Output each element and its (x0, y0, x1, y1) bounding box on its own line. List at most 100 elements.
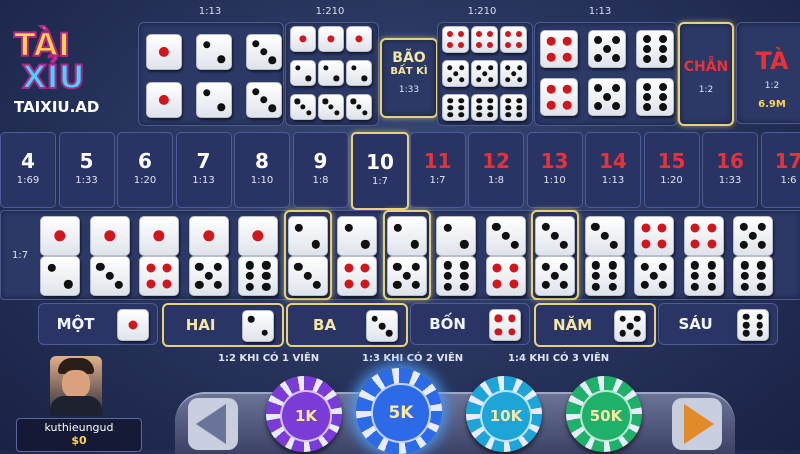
pip (268, 104, 275, 111)
sum-bet-9[interactable]: 91:8 (293, 132, 349, 208)
chip-50k[interactable]: 50K (566, 376, 642, 452)
single-die (196, 34, 232, 70)
single-bet-label: BA (288, 316, 361, 334)
sum-bet-4[interactable]: 41:69 (0, 132, 56, 208)
pip (560, 281, 568, 289)
combo-die (387, 216, 427, 256)
pip (443, 282, 451, 290)
next-arrow-button[interactable] (672, 398, 722, 450)
single-bet-5[interactable]: NĂM (534, 303, 656, 347)
combo-die (387, 256, 427, 296)
pip (641, 263, 649, 271)
pip (159, 47, 169, 57)
pip (650, 272, 658, 280)
sum-odds: 1:7 (411, 175, 465, 186)
sum-bet-11[interactable]: 111:7 (410, 132, 466, 208)
chip-tray (175, 392, 735, 454)
chip-5k[interactable]: 5K (356, 368, 442, 454)
pip (563, 101, 572, 110)
single-die (246, 34, 282, 70)
tai-button[interactable]: TÀ 1:2 6.9M (736, 22, 800, 124)
pip (460, 282, 468, 290)
combo-die (733, 216, 773, 256)
sum-bet-12[interactable]: 121:8 (468, 132, 524, 208)
prev-arrow-button[interactable] (188, 398, 238, 450)
pip (488, 77, 494, 83)
single-die (196, 82, 232, 118)
sum-bet-10[interactable]: 101:7 (351, 132, 409, 210)
sum-number: 10 (353, 150, 407, 174)
pip (203, 230, 214, 241)
pip (493, 263, 502, 272)
pip (620, 330, 627, 337)
pip (453, 71, 459, 77)
sum-bet-5[interactable]: 51:33 (59, 132, 115, 208)
combo-die (139, 256, 179, 296)
single-bet-die (737, 309, 769, 341)
single-bet-3[interactable]: BA (286, 303, 408, 347)
pip (659, 93, 667, 101)
pip (560, 241, 568, 249)
sum-bet-16[interactable]: 161:33 (702, 132, 758, 208)
single-bet-6[interactable]: SÁU (658, 303, 778, 345)
pip (268, 56, 275, 63)
chip-label: 5K (371, 383, 430, 442)
sum-bet-14[interactable]: 141:13 (585, 132, 641, 208)
triple-die (500, 60, 527, 87)
single-bet-1[interactable]: MỘT (38, 303, 158, 345)
chan-button[interactable]: CHẴN 1:2 (678, 22, 734, 126)
sum-odds: 1:13 (177, 175, 231, 186)
combo-die (634, 216, 674, 256)
combo-die (585, 256, 625, 296)
pip (756, 322, 763, 329)
sum-bet-17[interactable]: 171:6 (761, 132, 800, 208)
sum-odds: 1:10 (235, 175, 289, 186)
pip (195, 281, 203, 289)
pip (620, 316, 627, 323)
sum-bet-15[interactable]: 151:20 (644, 132, 700, 208)
sum-odds: 1:8 (469, 175, 523, 186)
triple-die (346, 60, 372, 86)
single-bet-4[interactable]: BỐN (410, 303, 530, 345)
pip (659, 35, 667, 43)
double-die (540, 30, 578, 68)
pip (743, 330, 750, 337)
pip (213, 281, 221, 289)
pip (96, 263, 104, 271)
sum-bet-13[interactable]: 131:10 (527, 132, 583, 208)
chip-1k[interactable]: 1K (266, 376, 342, 452)
sum-number: 17 (762, 149, 800, 173)
pip (708, 272, 716, 280)
triple-die (318, 94, 344, 120)
triple-die (290, 26, 316, 52)
sum-bet-7[interactable]: 71:13 (176, 132, 232, 208)
combo-die (634, 256, 674, 296)
sum-bet-6[interactable]: 61:20 (117, 132, 173, 208)
pip (54, 230, 65, 241)
double-odds: 1:13 (570, 6, 630, 17)
pip (563, 37, 572, 46)
bao-title: BÃO (382, 50, 436, 66)
pip (492, 223, 500, 231)
pip (379, 323, 386, 330)
combo-die (288, 256, 328, 296)
pip (641, 240, 650, 249)
chip-10k[interactable]: 10K (466, 376, 542, 452)
pip (643, 93, 651, 101)
sum-odds: 1:20 (118, 175, 172, 186)
combo-die (684, 256, 724, 296)
pip (560, 263, 568, 271)
combo-die (535, 256, 575, 296)
pip (612, 102, 620, 110)
pip (641, 281, 649, 289)
pip (386, 330, 393, 337)
pip (261, 329, 268, 336)
player-panel: kuthieungud $0 (10, 352, 145, 450)
pip (612, 36, 620, 44)
bao-bat-ki-button[interactable]: BÃO BẤT KÌ 1:33 (380, 38, 438, 118)
sum-number: 12 (469, 149, 523, 173)
sum-bet-8[interactable]: 81:10 (234, 132, 290, 208)
sum-odds: 1:69 (1, 175, 55, 186)
single-bet-2[interactable]: HAI (162, 303, 284, 347)
pip (372, 316, 379, 323)
